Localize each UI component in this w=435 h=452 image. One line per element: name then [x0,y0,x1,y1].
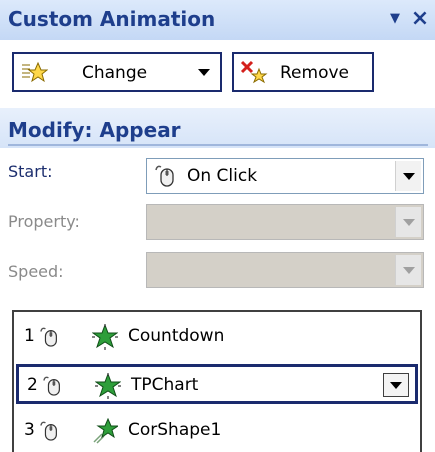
list-item[interactable]: 1 Countdown [16,318,418,358]
entrance-star-icon [92,324,118,350]
animation-name: CorShape1 [128,420,222,440]
modify-heading: Modify: Appear [8,118,181,142]
mouse-click-icon [40,421,57,441]
modify-section-header: Modify: Appear [0,108,435,148]
custom-animation-pane: Custom Animation ▼ × Change Remove Modif… [0,0,435,452]
chevron-down-icon [198,69,210,76]
change-button-label: Change [82,63,148,83]
animation-order: 2 [27,375,38,395]
mouse-click-icon [40,327,57,347]
add-effect-star-icon [22,61,48,83]
chevron-down-icon [395,207,421,237]
section-divider [8,144,428,146]
mouse-click-icon [155,165,174,187]
animation-name: TPChart [131,375,199,395]
entrance-star-icon [95,373,121,399]
chevron-down-icon [395,255,421,285]
animation-order: 1 [24,326,35,346]
close-icon[interactable]: × [410,8,430,30]
list-item[interactable]: 3 CorShape1 [16,412,418,452]
remove-button-label: Remove [280,63,349,83]
speed-label: Speed: [8,262,64,281]
item-options-chevron-down-icon[interactable] [383,373,409,397]
mouse-click-icon [43,376,60,396]
pane-title: Custom Animation [8,7,216,31]
animation-name: Countdown [128,326,225,346]
start-label: Start: [8,162,53,181]
task-pane-titlebar: Custom Animation ▼ × [0,0,435,40]
speed-dropdown [146,252,424,288]
remove-effect-icon [240,60,268,84]
animation-list[interactable]: 1 Countdown 2 TPChart 3 CorShape1 [12,310,422,452]
chevron-down-icon[interactable] [395,161,421,191]
start-dropdown[interactable]: On Click [146,158,424,194]
change-button[interactable]: Change [12,52,222,92]
start-value: On Click [187,166,258,186]
remove-button[interactable]: Remove [232,52,374,92]
property-label: Property: [8,212,80,231]
pane-options-chevron-icon[interactable]: ▼ [386,10,404,28]
property-dropdown [146,204,424,240]
motion-star-icon [93,418,118,444]
list-item[interactable]: 2 TPChart [16,364,418,404]
animation-order: 3 [24,420,35,440]
